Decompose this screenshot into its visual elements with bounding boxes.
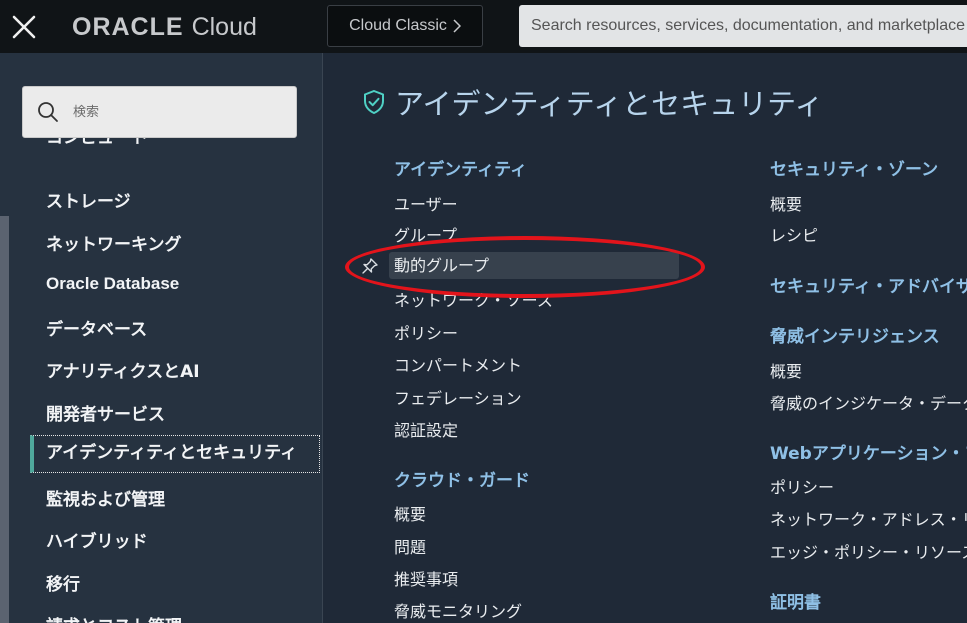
sidebar-item-databases[interactable]: データベース <box>46 315 147 340</box>
sidebar-item-developer-services[interactable]: 開発者サービス <box>46 400 165 425</box>
link-cloud-guard-overview[interactable]: 概要 <box>394 501 426 525</box>
sidebar-item-analytics-ai[interactable]: アナリティクスとAI <box>46 357 200 382</box>
global-search[interactable] <box>519 5 967 47</box>
section-heading-certificates[interactable]: 証明書 <box>770 588 821 613</box>
navigation-sidebar: コンピュート ストレージ ネットワーキング Oracle Database デー… <box>0 53 323 623</box>
section-heading-security-zones[interactable]: セキュリティ・ゾーン <box>770 155 938 180</box>
link-threat-monitoring[interactable]: 脅威モニタリング <box>394 598 522 622</box>
link-dynamic-groups[interactable]: 動的グループ <box>362 252 679 279</box>
section-heading-waf[interactable]: Webアプリケーション・ファイアウォール <box>770 439 967 464</box>
link-recipes[interactable]: レシピ <box>770 222 818 246</box>
global-search-input[interactable] <box>529 16 967 36</box>
sidebar-menu: コンピュート ストレージ ネットワーキング Oracle Database デー… <box>30 138 322 623</box>
oracle-cloud-logo[interactable]: ORACLE Cloud <box>72 12 257 41</box>
logo-oracle-text: ORACLE <box>72 12 184 41</box>
top-bar: ORACLE Cloud Cloud Classic <box>0 0 967 53</box>
link-policies[interactable]: ポリシー <box>394 320 458 344</box>
link-security-zones-overview[interactable]: 概要 <box>770 191 802 215</box>
link-network-sources[interactable]: ネットワーク・ソース <box>394 287 553 311</box>
cloud-classic-label: Cloud Classic <box>349 17 447 34</box>
search-icon <box>38 102 58 122</box>
sidebar-item-networking[interactable]: ネットワーキング <box>46 230 182 255</box>
cloud-classic-button[interactable]: Cloud Classic <box>327 5 483 47</box>
page-title-text: アイデンティティとセキュリティ <box>395 87 824 121</box>
link-threat-intel-overview[interactable]: 概要 <box>770 358 802 382</box>
section-heading-identity[interactable]: アイデンティティ <box>394 155 527 180</box>
logo-cloud-text: Cloud <box>191 12 257 41</box>
link-groups[interactable]: グループ <box>394 222 457 246</box>
link-network-address-lists[interactable]: ネットワーク・アドレス・リスト <box>770 506 967 530</box>
sidebar-item-storage[interactable]: ストレージ <box>46 187 131 212</box>
sidebar-item-identity-security[interactable]: アイデンティティとセキュリティ <box>30 435 320 473</box>
link-federation[interactable]: フェデレーション <box>394 385 522 409</box>
link-threat-indicators[interactable]: 脅威のインジケータ・データ <box>770 390 967 414</box>
sidebar-search-input[interactable] <box>71 103 275 121</box>
pin-icon[interactable] <box>361 257 379 275</box>
shield-check-icon <box>364 90 384 114</box>
link-edge-policy-resources[interactable]: エッジ・ポリシー・リソース <box>770 539 967 563</box>
link-compartments[interactable]: コンパートメント <box>394 352 522 376</box>
section-heading-cloud-guard[interactable]: クラウド・ガード <box>394 466 530 491</box>
page-title: アイデンティティとセキュリティ <box>363 81 823 123</box>
sidebar-item-hybrid[interactable]: ハイブリッド <box>46 527 148 552</box>
sidebar-item-compute[interactable]: コンピュート <box>46 138 148 148</box>
section-heading-security-advisor[interactable]: セキュリティ・アドバイザ <box>770 272 967 297</box>
close-icon <box>12 15 36 38</box>
link-users[interactable]: ユーザー <box>394 191 458 215</box>
section-heading-threat-intelligence[interactable]: 脅威インテリジェンス <box>770 322 940 347</box>
sidebar-scrollbar[interactable] <box>0 216 9 623</box>
main-panel: アイデンティティとセキュリティ アイデンティティ ユーザー グループ 動的グルー… <box>323 53 967 623</box>
link-authentication-settings[interactable]: 認証設定 <box>394 417 458 441</box>
close-menu-button[interactable] <box>0 0 48 53</box>
link-waf-policies[interactable]: ポリシー <box>770 474 834 498</box>
sidebar-search[interactable] <box>22 86 297 138</box>
chevron-right-icon <box>453 19 461 33</box>
link-dynamic-groups-label: 動的グループ <box>394 256 490 275</box>
link-problems[interactable]: 問題 <box>394 534 426 558</box>
sidebar-item-migration[interactable]: 移行 <box>46 570 80 595</box>
link-recommendations[interactable]: 推奨事項 <box>394 566 458 590</box>
sidebar-item-oracle-database[interactable]: Oracle Database <box>46 274 179 294</box>
sidebar-item-observability[interactable]: 監視および管理 <box>46 485 165 510</box>
sidebar-item-billing[interactable]: 請求とコスト管理 <box>46 612 182 623</box>
